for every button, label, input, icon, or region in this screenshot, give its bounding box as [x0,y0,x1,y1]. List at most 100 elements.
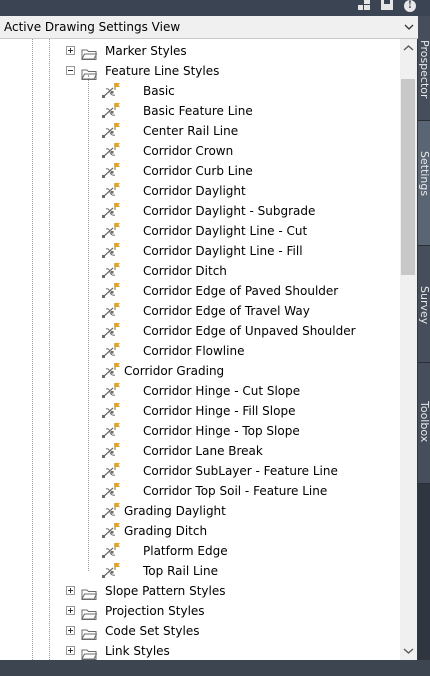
tree-node-label: Corridor Edge of Travel Way [143,304,310,318]
tab-toolbox[interactable]: Toolbox [418,363,430,484]
tree-style-node[interactable]: Corridor Daylight Line - Cut [143,221,307,241]
settings-tree[interactable]: Marker Styles Feature Line Styles Basic Bas… [0,39,400,660]
collapse-icon[interactable] [66,66,75,75]
tree-node-label: Corridor Curb Line [143,164,253,178]
tree-node-label: Corridor Hinge - Fill Slope [143,404,296,418]
expand-icon[interactable] [66,606,75,615]
tree-style-node[interactable]: Corridor Ditch [143,261,227,281]
folder-icon [81,645,98,660]
status-bar [0,660,430,676]
tree-node-label: Corridor Crown [143,144,234,158]
tab-settings[interactable]: Settings [418,121,430,246]
tab-survey-label: Survey [418,286,430,325]
tree-node-label: Top Rail Line [143,564,218,578]
tree-node-label: Corridor Hinge - Top Slope [143,424,300,438]
tree-style-node[interactable]: Corridor Crown [143,141,233,161]
folder-icon [81,45,98,64]
tree-style-node[interactable]: Center Rail Line [143,121,238,141]
tree-node-label: Corridor Lane Break [143,444,263,458]
tree-style-node[interactable]: Corridor Lane Break [143,441,263,461]
tree-node-label: Marker Styles [105,44,187,58]
tab-prospector-label: Prospector [418,40,430,99]
tree-folder-node[interactable]: Projection Styles [105,601,205,621]
tree-style-node[interactable]: Corridor Hinge - Fill Slope [143,401,295,421]
tree-node-label: Corridor SubLayer - Feature Line [143,464,338,478]
tree-style-node[interactable]: Corridor Top Soil - Feature Line [143,481,327,501]
tree-style-node[interactable]: Corridor Edge of Travel Way [143,301,310,321]
window-layout-icon[interactable] [358,0,370,10]
tree-style-node[interactable]: Corridor Daylight [143,181,246,201]
tree-node-label: Corridor Hinge - Cut Slope [143,384,301,398]
scroll-up-icon[interactable] [403,43,414,53]
tree-style-node[interactable]: Basic [143,81,175,101]
tree-node-label: Corridor Daylight - Subgrade [143,204,316,218]
tree-folder-node[interactable]: Feature Line Styles [105,61,219,81]
tree-node-label: Basic Feature Line [143,104,253,118]
tree-style-node[interactable]: Corridor Daylight - Subgrade [143,201,315,221]
tree-style-node[interactable]: Basic Feature Line [143,101,253,121]
tree-node-label: Corridor Daylight Line - Fill [143,244,303,258]
tree-node-label: Corridor Top Soil - Feature Line [143,484,328,498]
tree-node-label: Center Rail Line [143,124,239,138]
tree-style-node[interactable]: Corridor Hinge - Cut Slope [143,381,300,401]
view-select[interactable]: Active Drawing Settings View [0,16,418,38]
tree-style-node[interactable]: Grading Daylight [124,501,226,521]
tab-survey[interactable]: Survey [418,246,430,363]
chevron-down-icon[interactable] [404,24,414,31]
tab-prospector[interactable]: Prospector [418,16,430,121]
expand-icon[interactable] [66,46,75,55]
folder-icon [81,585,98,604]
tree-node-label: Platform Edge [143,544,228,558]
tree-style-node[interactable]: Corridor Hinge - Top Slope [143,421,300,441]
view-selector-bar: Active Drawing Settings View [0,16,430,39]
scrollbar-thumb[interactable] [401,79,415,275]
tree-node-label: Projection Styles [105,604,205,618]
tree-node-label: Corridor Grading [124,364,225,378]
tree-folder-node[interactable]: Link Styles [105,641,170,660]
tree-node-label: Basic [143,84,175,98]
view-select-label: Active Drawing Settings View [4,20,181,34]
tree-style-node[interactable]: Grading Ditch [124,521,207,541]
tree-node-label: Grading Ditch [124,524,208,538]
tree-node-label: Corridor Daylight Line - Cut [143,224,308,238]
tree-folder-node[interactable]: Code Set Styles [105,621,199,641]
save-icon[interactable] [381,0,393,10]
tree-node-label: Corridor Edge of Paved Shoulder [143,284,339,298]
tree-style-node[interactable]: Corridor Curb Line [143,161,253,181]
tree-style-node[interactable]: Corridor Edge of Paved Shoulder [143,281,338,301]
folder-icon [81,625,98,644]
tree-node-label: Grading Daylight [124,504,226,518]
tree-style-node[interactable]: Corridor Edge of Unpaved Shoulder [143,321,356,341]
tree-node-label: Corridor Ditch [143,264,227,278]
tree-folder-node[interactable]: Marker Styles [105,41,187,61]
expand-icon[interactable] [66,586,75,595]
tree-guide-line [32,39,33,660]
tree-style-node[interactable]: Top Rail Line [143,561,218,581]
tree-node-label: Feature Line Styles [105,64,220,78]
tree-node-label: Slope Pattern Styles [105,584,226,598]
folder-icon [81,605,98,624]
tree-style-node[interactable]: Corridor SubLayer - Feature Line [143,461,338,481]
tree-style-node[interactable]: Platform Edge [143,541,228,561]
side-tab-strip: Prospector Settings Survey Toolbox [418,16,430,660]
tree-style-node[interactable]: Corridor Grading [124,361,224,381]
tree-guide-line [49,39,50,660]
tree-scrollbar[interactable] [400,39,417,660]
top-toolbar: ! [0,0,430,16]
tree-style-node[interactable]: Corridor Flowline [143,341,244,361]
tree-guide-line [88,75,89,571]
expand-icon[interactable] [66,646,75,655]
scroll-down-icon[interactable] [403,646,414,656]
tab-toolbox-label: Toolbox [418,401,430,443]
tree-node-label: Link Styles [105,644,170,658]
tree-node-label: Corridor Daylight [143,184,246,198]
tree-node-label: Code Set Styles [105,624,200,638]
tree-node-label: Corridor Flowline [143,344,245,358]
tab-settings-label: Settings [418,151,430,197]
tree-folder-node[interactable]: Slope Pattern Styles [105,581,226,601]
tree-node-label: Corridor Edge of Unpaved Shoulder [143,324,356,338]
info-icon[interactable]: ! [404,0,416,12]
expand-icon[interactable] [66,626,75,635]
tree-style-node[interactable]: Corridor Daylight Line - Fill [143,241,303,261]
folder-icon [81,65,98,84]
